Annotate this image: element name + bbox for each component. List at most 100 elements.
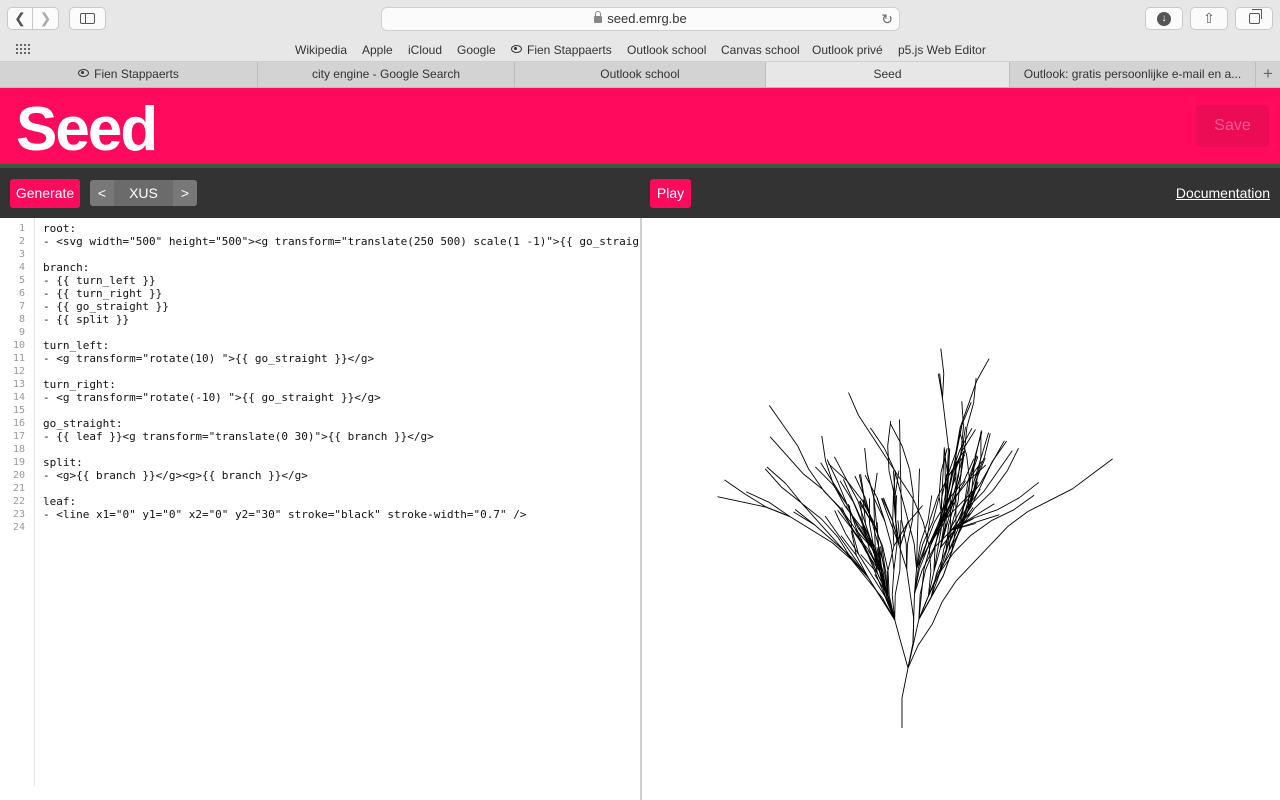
code-line: branch: (43, 261, 90, 274)
code-line: - <g transform="rotate(-10) ">{{ go_stra… (43, 391, 381, 404)
line-number: 2 (18, 236, 25, 247)
address-bar[interactable]: seed.emrg.be ↻ (381, 7, 900, 31)
tree-branch-line (1013, 494, 1035, 511)
tree-branch-line (940, 348, 945, 374)
generate-button[interactable]: Generate (10, 179, 80, 208)
tree-branch-line (931, 601, 943, 625)
tree-branch-line (941, 580, 957, 602)
code-editor[interactable]: 1 2 3 4 5 6 7 8 9 10 11 12 13 14 15 16 17 18 19 20 21 22 23 24 … (0, 218, 640, 800)
reload-icon[interactable]: ↻ (881, 8, 893, 30)
favorites-bar: Wikipedia Apple iCloud Google Fien Stapp… (0, 38, 1280, 62)
tree-branch-line (858, 415, 873, 437)
tree-branch-line (918, 468, 920, 494)
tree-branch-line (870, 427, 885, 449)
eye-icon (511, 45, 522, 53)
tree-branch-line (901, 445, 911, 470)
tab-outlook-school[interactable]: Outlook school (515, 62, 766, 87)
code-line: leaf: (43, 495, 77, 508)
documentation-link[interactable]: Documentation (1176, 185, 1270, 201)
tab-seed[interactable]: Seed (766, 62, 1010, 87)
tab-label: Outlook: gratis persoonlijke e-mail en a… (1023, 67, 1242, 81)
tree-branch-line (892, 495, 894, 522)
previous-seed-button[interactable]: < (90, 180, 114, 206)
save-button[interactable]: Save (1196, 105, 1269, 147)
tree-branch-line (887, 421, 892, 446)
code-line: split: (43, 456, 83, 469)
tree-branch-line (769, 436, 788, 456)
chevron-right-icon: ❯ (39, 10, 52, 26)
favorite-p5js-editor[interactable]: p5.js Web Editor (898, 43, 986, 57)
line-number: 14 (12, 392, 25, 403)
tab-outlook-personal[interactable]: Outlook: gratis persoonlijke e-mail en a… (1010, 62, 1256, 87)
code-line: turn_left: (43, 339, 110, 352)
tree-branch-line (945, 423, 949, 449)
downloads-button[interactable]: ↓ (1145, 7, 1183, 30)
tab-label: Seed (873, 67, 902, 81)
favorite-google[interactable]: Google (457, 43, 496, 57)
tree-branch-line (973, 544, 992, 564)
code-line: - <line x1="0" y1="0" x2="0" y2="30" str… (43, 508, 527, 521)
grid-icon[interactable] (16, 44, 30, 55)
code-line: - <svg width="500" height="500"><g trans… (43, 235, 640, 248)
tree-branch-line (961, 402, 972, 426)
line-number-gutter: 1 2 3 4 5 6 7 8 9 10 11 12 13 14 15 16 17 18 19 20 21 22 23 24 (0, 218, 35, 786)
tab-fien-stappaerts[interactable]: Fien Stappaerts (0, 62, 258, 87)
tree-branch-line (909, 593, 915, 619)
tree-branch-line (906, 568, 911, 594)
line-number: 19 (12, 457, 25, 468)
tree-branch-line (894, 619, 902, 645)
sidebar-toggle-button[interactable] (69, 7, 106, 30)
tree-branch-line (894, 570, 901, 595)
tree-branch-line (824, 515, 840, 537)
tree-branch-line (912, 618, 915, 644)
chevron-left-icon: ❮ (14, 10, 26, 26)
tree-branch-line (850, 558, 868, 579)
tree-branch-line (992, 470, 1008, 492)
code-line: turn_right: (43, 378, 116, 391)
line-number: 15 (12, 405, 25, 416)
line-number: 5 (18, 275, 25, 286)
tree-branch-line (789, 516, 812, 530)
favorite-wikipedia[interactable]: Wikipedia (295, 43, 347, 57)
tree-branch-line (900, 643, 909, 669)
tree-branch-line (942, 373, 945, 399)
favorite-fien-stappaerts[interactable]: Fien Stappaerts (511, 43, 612, 57)
line-number: 22 (12, 496, 25, 507)
next-seed-button[interactable]: > (173, 180, 197, 206)
favorite-canvas-school[interactable]: Canvas school (721, 43, 800, 57)
favorite-outlook-prive[interactable]: Outlook privé (812, 43, 883, 57)
tree-branch-line (909, 469, 914, 495)
line-number: 3 (18, 249, 25, 260)
share-button[interactable]: ⇧ (1190, 7, 1228, 30)
tree-branch-line (894, 594, 896, 620)
tree-branch-line (1049, 488, 1073, 501)
tree-branch-line (1006, 448, 1019, 471)
tree-branch-line (899, 444, 901, 470)
tab-label: Outlook school (600, 67, 680, 81)
tree-branch-line (917, 493, 920, 519)
tree-branch-line (907, 645, 919, 669)
tree-branch-line (990, 526, 1009, 545)
new-tab-button[interactable]: + (1256, 62, 1280, 87)
line-number: 24 (12, 522, 25, 533)
line-number: 20 (12, 470, 25, 481)
favorite-icloud[interactable]: iCloud (408, 43, 442, 57)
tab-overview-button[interactable] (1235, 7, 1273, 30)
tree-branch-line (848, 392, 859, 416)
tree-branch-line (905, 543, 908, 570)
tab-city-engine[interactable]: city engine - Google Search (258, 62, 515, 87)
play-button[interactable]: Play (650, 179, 691, 208)
forward-button[interactable]: ❯ (33, 7, 59, 30)
tree-branch-line (917, 624, 933, 646)
tree-branch-line (884, 448, 896, 472)
tree-branch-line (893, 545, 898, 571)
line-number: 13 (12, 379, 25, 390)
favorite-apple[interactable]: Apple (362, 43, 393, 57)
tree-branch-line (724, 479, 746, 495)
line-number: 23 (12, 509, 25, 520)
favorite-outlook-school[interactable]: Outlook school (627, 43, 706, 57)
address-url: seed.emrg.be (607, 11, 687, 26)
back-button[interactable]: ❮ (7, 7, 33, 30)
line-number: 12 (12, 366, 25, 377)
tab-label: Fien Stappaerts (94, 67, 179, 81)
